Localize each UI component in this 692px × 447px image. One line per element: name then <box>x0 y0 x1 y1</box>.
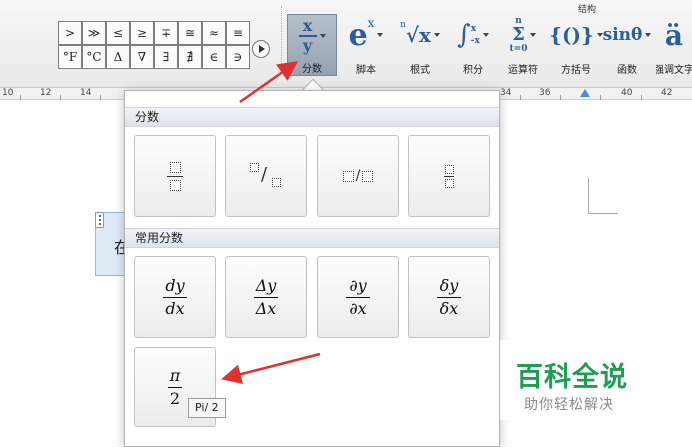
linear-fraction-icon: / <box>342 168 374 184</box>
stacked-fraction-tile[interactable] <box>134 135 216 217</box>
fraction-delta-y-delta-x: Δy Δx <box>254 275 278 318</box>
small-fraction-icon <box>444 164 454 188</box>
fraction-partial-y-partial-x-tile[interactable]: ∂y ∂x <box>317 256 399 338</box>
ruler-tick <box>641 95 642 100</box>
equation-drag-handle[interactable] <box>95 212 104 228</box>
fraction-pi-over-2: π2 <box>168 365 182 408</box>
radical-button[interactable]: n √x 根式 <box>395 14 445 76</box>
ruler-label: 36 <box>539 88 551 98</box>
ruler-label: 12 <box>40 88 52 98</box>
script-button[interactable]: e x 脚本 <box>343 14 389 76</box>
integral-icon: ∫ x -x <box>451 14 495 56</box>
chevron-down-icon <box>482 33 489 37</box>
script-button-label: 脚本 <box>356 65 376 76</box>
ruler-tick <box>60 95 61 100</box>
section-header-common-fractions: 常用分数 <box>125 228 499 248</box>
function-button[interactable]: sinθ 函数 <box>603 14 652 76</box>
ruler-label: 14 <box>80 88 92 98</box>
chevron-down-icon <box>433 33 440 37</box>
skewed-fraction-icon: / <box>246 161 286 191</box>
page-margin-corner <box>588 178 618 214</box>
superscript-icon: e x <box>343 14 389 56</box>
play-right-icon <box>259 45 265 53</box>
chevron-down-icon <box>319 34 326 38</box>
ruler-label: 34 <box>500 88 512 98</box>
ruler-tick <box>520 95 521 100</box>
large-operator-button[interactable]: n Σ t=0 运算符 <box>501 14 545 76</box>
tooltip: Pi/ 2 <box>188 398 226 418</box>
operator-button-label: 运算符 <box>508 65 538 76</box>
ruler-label: 42 <box>661 88 673 98</box>
large-operator-icon: n Σ t=0 <box>501 14 545 56</box>
small-fraction-tile[interactable] <box>408 135 490 217</box>
chevron-down-icon <box>377 33 384 37</box>
ruler-tick <box>560 95 561 100</box>
accent-button[interactable]: ä 强调文字 <box>656 14 692 77</box>
chevron-down-icon <box>530 33 537 37</box>
fraction-small-delta-tile[interactable]: δy δx <box>408 256 490 338</box>
skewed-fraction-tile[interactable]: / <box>225 135 307 217</box>
fraction-partial-y-partial-x: ∂y ∂x <box>346 276 370 319</box>
fraction-dy-dx-tile[interactable]: dy dx <box>134 256 216 338</box>
fraction-icon-numerator: x <box>302 16 313 35</box>
fraction-gallery-dropdown: 分数 / / 常用分数 dy dx Δy Δx ∂y ∂x δy δx π 2 <box>124 90 500 447</box>
function-button-label: 函数 <box>617 65 637 76</box>
fraction-icon-denominator: y <box>302 36 313 55</box>
watermark-logo-text: 百科全说 <box>516 362 628 393</box>
integral-button[interactable]: ∫ x -x 积分 <box>451 14 495 76</box>
bracket-icon: {()} <box>549 14 603 56</box>
ruler-tick <box>100 95 101 100</box>
fraction-button-label: 分数 <box>302 64 322 75</box>
ruler-indent-marker[interactable] <box>580 89 590 97</box>
radical-button-label: 根式 <box>410 65 430 76</box>
fraction-dy-dx: dy dx <box>163 276 187 319</box>
ruler-tick <box>600 95 601 100</box>
radical-icon: n √x <box>395 14 445 56</box>
integral-button-label: 积分 <box>463 65 483 76</box>
fraction-button[interactable]: x y 分数 <box>287 14 337 76</box>
linear-fraction-tile[interactable]: / <box>317 135 399 217</box>
fraction-icon: x y <box>288 15 336 57</box>
chevron-down-icon <box>645 33 652 37</box>
accent-icon: ä <box>664 18 684 52</box>
fraction-small-delta: δy δx <box>437 276 461 319</box>
stacked-fraction-icon <box>167 161 183 191</box>
bracket-button[interactable]: {()} 方括号 <box>549 14 603 76</box>
accent-button-label: 强调文字 <box>656 65 692 76</box>
function-icon: sinθ <box>603 14 652 56</box>
ruler-label: 10 <box>2 88 14 98</box>
ruler-tick <box>20 95 21 100</box>
section-header-fraction: 分数 <box>125 107 499 127</box>
watermark-subtitle: 助你轻松解决 <box>524 397 614 413</box>
fraction-delta-y-delta-x-tile[interactable]: Δy Δx <box>225 256 307 338</box>
ruler-label: 40 <box>621 88 633 98</box>
gallery-more-button[interactable] <box>252 40 270 58</box>
drag-dots-icon <box>98 215 101 225</box>
